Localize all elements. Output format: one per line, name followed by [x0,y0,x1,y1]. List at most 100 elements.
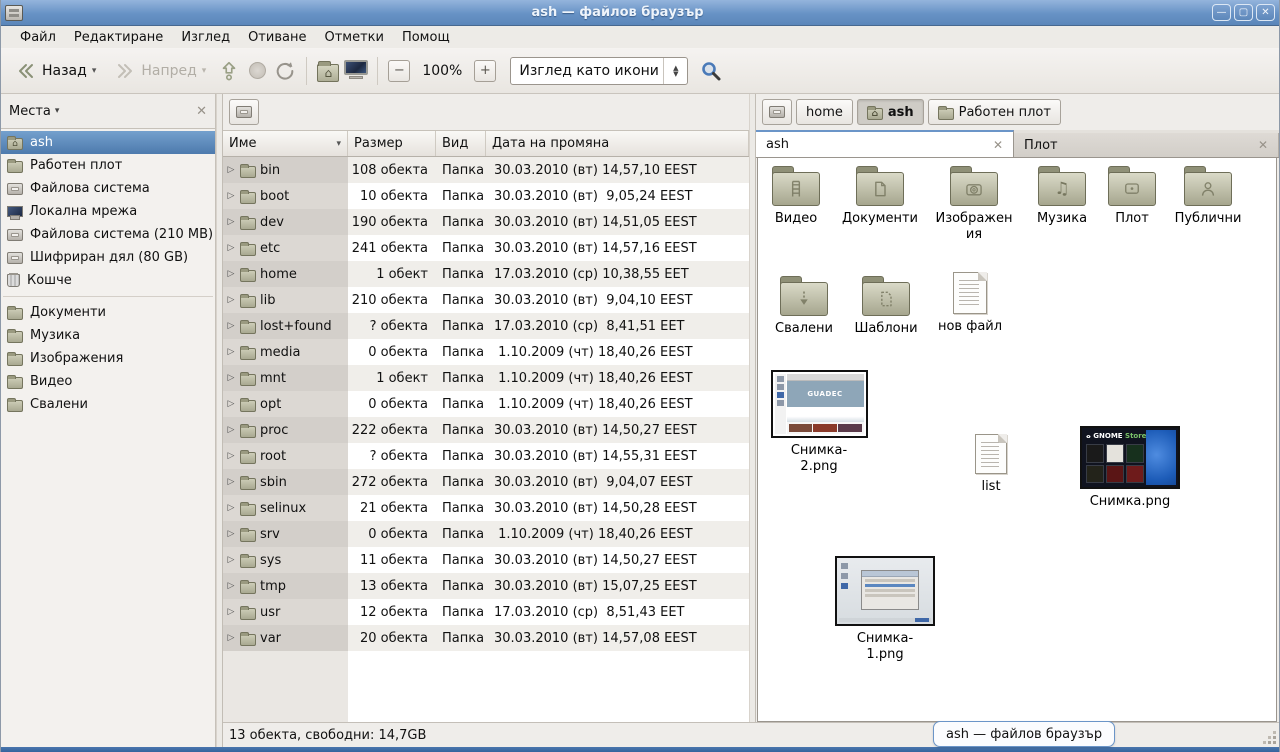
path-button-home[interactable]: home [796,99,853,125]
icon-item-snimka2[interactable]: GUADEC Снимка-2.png [764,370,874,476]
table-row[interactable]: ▷ tmp 13 обекта Папка 30.03.2010 (вт) 15… [223,573,749,599]
icon-item-public[interactable]: Публични [1166,166,1250,227]
menu-bookmarks[interactable]: Отметки [315,28,392,47]
column-header-name[interactable]: Име▾ [223,131,348,156]
combo-spinner-icon[interactable]: ▲▼ [663,58,687,84]
sidebar-item-filesystem-210[interactable]: Файлова система (210 MB) [1,223,215,246]
zoom-in-button[interactable]: + [474,60,496,82]
icon-item-snimka1[interactable]: Снимка-1.png [830,556,940,664]
table-row[interactable]: ▷ bin 108 обекта Папка 30.03.2010 (вт) 1… [223,157,749,183]
expander-icon[interactable]: ▷ [226,451,236,461]
table-row[interactable]: ▷ var 20 обекта Папка 30.03.2010 (вт) 14… [223,625,749,651]
sidebar-item-pictures[interactable]: Изображения [1,347,215,370]
sidebar-item-trash[interactable]: Кошче [1,269,215,292]
expander-icon[interactable]: ▷ [226,477,236,487]
home-button[interactable] [317,60,339,82]
table-row[interactable]: ▷ dev 190 обекта Папка 30.03.2010 (вт) 1… [223,209,749,235]
icon-item-documents[interactable]: Документи [838,166,922,227]
pane-splitter[interactable] [749,94,756,722]
menu-file[interactable]: Файл [11,28,65,47]
tab-ash[interactable]: ash ✕ [756,130,1014,157]
expander-icon[interactable]: ▷ [226,243,236,253]
expander-icon[interactable]: ▷ [226,165,236,175]
expander-icon[interactable]: ▷ [226,191,236,201]
sidebar-item-ash[interactable]: ash [1,131,215,154]
expander-icon[interactable]: ▷ [226,269,236,279]
back-dropdown-icon[interactable]: ▾ [92,66,97,76]
expander-icon[interactable]: ▷ [226,633,236,643]
expander-icon[interactable]: ▷ [226,581,236,591]
table-row[interactable]: ▷ lib 210 обекта Папка 30.03.2010 (вт) 9… [223,287,749,313]
expander-icon[interactable]: ▷ [226,321,236,331]
sidebar-splitter[interactable] [216,94,223,747]
expander-icon[interactable]: ▷ [226,399,236,409]
icon-item-videos[interactable]: Видео [758,166,834,227]
search-button[interactable] [700,60,722,82]
sidebar-item-music[interactable]: Музика [1,324,215,347]
expander-icon[interactable]: ▷ [226,555,236,565]
titlebar[interactable]: ash — файлов браузър — ▢ ✕ [1,0,1279,26]
path-button-ash[interactable]: ash [857,99,924,125]
expander-icon[interactable]: ▷ [226,347,236,357]
back-button[interactable]: Назад ▾ [9,56,102,86]
tree-root-button[interactable] [229,99,259,125]
table-row[interactable]: ▷ sbin 272 обекта Папка 30.03.2010 (вт) … [223,469,749,495]
sidebar-dropdown-icon[interactable]: ▾ [55,106,60,116]
reload-button[interactable] [274,60,296,82]
minimize-button[interactable]: — [1212,4,1231,21]
path-root-button[interactable] [762,99,792,125]
table-row[interactable]: ▷ srv 0 обекта Папка 1.10.2009 (чт) 18,4… [223,521,749,547]
table-row[interactable]: ▷ home 1 обект Папка 17.03.2010 (ср) 10,… [223,261,749,287]
menu-view[interactable]: Изглед [172,28,239,47]
expander-icon[interactable]: ▷ [226,529,236,539]
tab-close-icon[interactable]: ✕ [993,138,1003,152]
zoom-out-button[interactable]: − [388,60,410,82]
icon-item-list[interactable]: list [956,434,1026,495]
sidebar-item-network[interactable]: Локална мрежа [1,200,215,223]
sidebar-title[interactable]: Места [9,104,51,119]
table-row[interactable]: ▷ usr 12 обекта Папка 17.03.2010 (ср) 8,… [223,599,749,625]
sidebar-item-downloads[interactable]: Свалени [1,393,215,416]
up-button[interactable] [218,60,240,82]
path-button-desktop[interactable]: Работен плот [928,99,1061,125]
table-row[interactable]: ▷ mnt 1 обект Папка 1.10.2009 (чт) 18,40… [223,365,749,391]
column-header-type[interactable]: Вид [436,131,486,156]
maximize-button[interactable]: ▢ [1234,4,1253,21]
expander-icon[interactable]: ▷ [226,217,236,227]
sidebar-item-encrypted[interactable]: Шифриран дял (80 GB) [1,246,215,269]
column-header-date[interactable]: Дата на промяна [486,131,749,156]
sidebar-item-filesystem[interactable]: Файлова система [1,177,215,200]
icon-item-snimka[interactable]: ⴰ GNOME Store Снимка.png [1072,426,1188,510]
tab-close-icon[interactable]: ✕ [1258,138,1268,152]
icon-item-templates[interactable]: Шаблони [848,276,924,337]
taskbar-edge[interactable] [1,747,1279,752]
expander-icon[interactable]: ▷ [226,503,236,513]
icon-item-new-file[interactable]: нов файл [930,272,1010,335]
expander-icon[interactable]: ▷ [226,425,236,435]
column-header-size[interactable]: Размер [348,131,436,156]
expander-icon[interactable]: ▷ [226,607,236,617]
menu-help[interactable]: Помощ [393,28,459,47]
resize-grip[interactable] [1273,741,1276,744]
menu-edit[interactable]: Редактиране [65,28,172,47]
view-mode-select[interactable]: Изглед като икони ▲▼ [510,57,688,85]
sidebar-close-icon[interactable]: ✕ [196,104,207,119]
table-row[interactable]: ▷ root ? обекта Папка 30.03.2010 (вт) 14… [223,443,749,469]
expander-icon[interactable]: ▷ [226,373,236,383]
table-row[interactable]: ▷ media 0 обекта Папка 1.10.2009 (чт) 18… [223,339,749,365]
expander-icon[interactable]: ▷ [226,295,236,305]
sidebar-item-desktop[interactable]: Работен плот [1,154,215,177]
computer-button[interactable] [345,60,367,82]
sidebar-item-documents[interactable]: Документи [1,301,215,324]
table-row[interactable]: ▷ proc 222 обекта Папка 30.03.2010 (вт) … [223,417,749,443]
icon-item-music[interactable]: ♫ Музика [1026,166,1098,227]
icon-item-downloads[interactable]: Свалени [766,276,842,337]
table-row[interactable]: ▷ boot 10 обекта Папка 30.03.2010 (вт) 9… [223,183,749,209]
icon-view[interactable]: Видео Документи Изображе [757,158,1277,722]
table-row[interactable]: ▷ selinux 21 обекта Папка 30.03.2010 (вт… [223,495,749,521]
forward-button[interactable]: Напред ▾ [108,56,212,86]
menu-go[interactable]: Отиване [239,28,315,47]
table-row[interactable]: ▷ lost+found ? обекта Папка 17.03.2010 (… [223,313,749,339]
table-row[interactable]: ▷ sys 11 обекта Папка 30.03.2010 (вт) 14… [223,547,749,573]
table-row[interactable]: ▷ etc 241 обекта Папка 30.03.2010 (вт) 1… [223,235,749,261]
